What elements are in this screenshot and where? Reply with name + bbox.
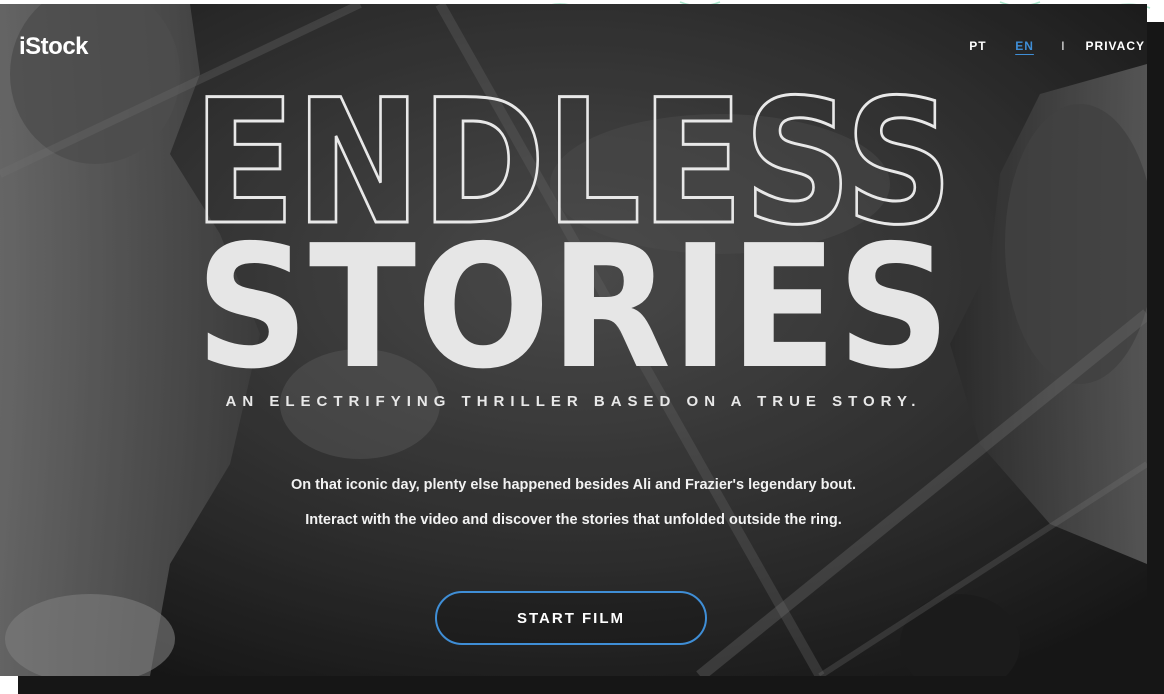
nav-separator: I (1061, 39, 1066, 53)
privacy-link[interactable]: PRIVACY (1086, 39, 1145, 53)
istock-logo[interactable]: iStock (19, 33, 89, 61)
screenshot-frame: iStock PT EN I PRIVACY ENDLESS STORIES A… (0, 0, 1164, 694)
tagline: AN ELECTRIFYING THRILLER BASED ON A TRUE… (225, 393, 922, 410)
start-film-button[interactable]: START FILM (435, 591, 707, 645)
description-line-2: Interact with the video and discover the… (305, 512, 842, 528)
headline: ENDLESS STORIES (192, 84, 955, 384)
description-line-1: On that iconic day, plenty else happened… (290, 477, 857, 493)
frame-shadow-right (1147, 22, 1164, 694)
language-pt-link[interactable]: PT (969, 39, 989, 53)
top-nav: PT EN I PRIVACY (969, 39, 1145, 53)
hero-section: iStock PT EN I PRIVACY ENDLESS STORIES A… (0, 4, 1147, 676)
language-en-link[interactable]: EN (1015, 39, 1035, 53)
headline-solid-text: STORIES (196, 209, 951, 384)
start-film-label: START FILM (516, 609, 626, 627)
frame-shadow-bottom (18, 676, 1164, 694)
